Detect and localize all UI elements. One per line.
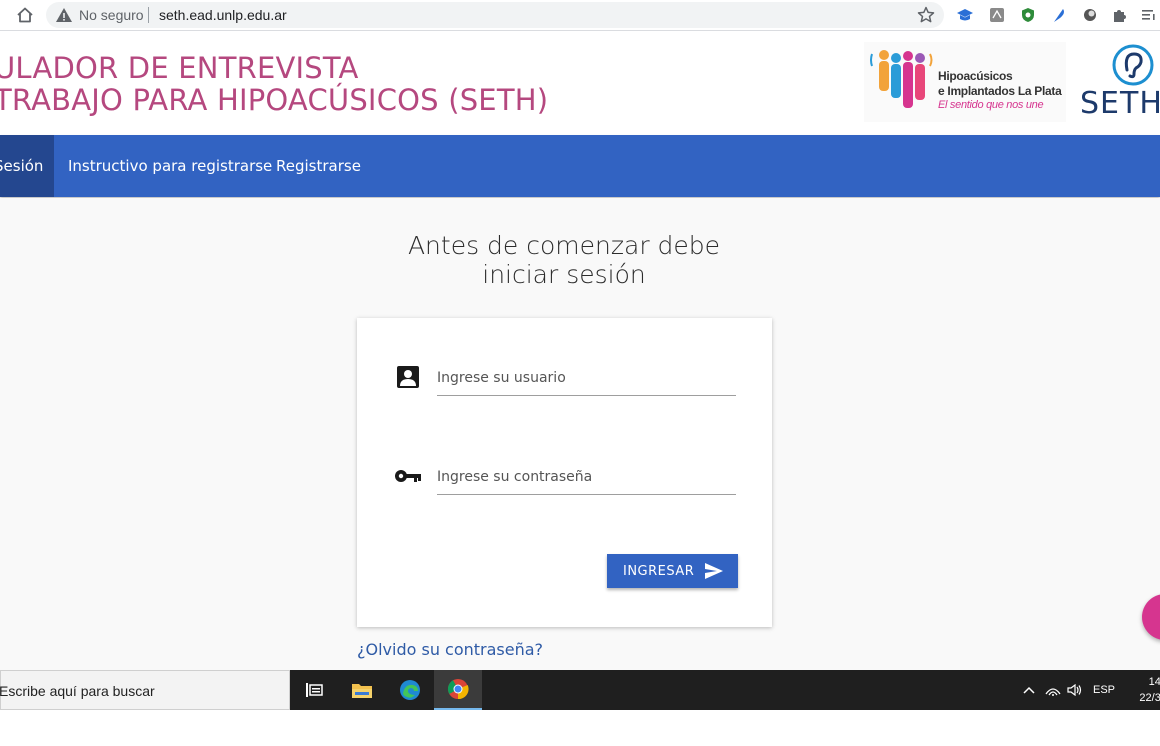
login-heading-line1: Antes de comenzar debe: [407, 231, 721, 260]
send-icon: [705, 563, 723, 579]
site-header: ULADOR DE ENTREVISTA TRABAJO PARA HIPOAC…: [0, 32, 1160, 135]
seth-logo: SETH: [1076, 38, 1160, 122]
shield-extension-icon[interactable]: [1019, 6, 1037, 24]
volume-icon[interactable]: [1064, 670, 1086, 710]
puzzle-icon[interactable]: [1111, 6, 1129, 24]
system-clock[interactable]: 14:3 22/3/2: [1120, 674, 1160, 706]
taskbar-search-placeholder: Escribe aquí para buscar: [0, 683, 155, 699]
nav-item-registrarse[interactable]: Registrarse: [276, 135, 361, 197]
chevron-up-icon[interactable]: [1018, 670, 1040, 710]
site-title-line2: TRABAJO PARA HIPOACÚSICOS (SETH): [0, 83, 549, 117]
key-icon: [394, 466, 422, 494]
language-indicator[interactable]: ESP: [1090, 670, 1118, 710]
partner-logo-line1: Hipoacúsicos: [938, 69, 1013, 83]
password-input[interactable]: [437, 459, 736, 495]
file-explorer-icon[interactable]: [338, 670, 386, 710]
seth-logo-text: SETH: [1080, 86, 1160, 121]
clock-time: 14:3: [1148, 676, 1160, 688]
home-icon[interactable]: [14, 5, 36, 25]
edge-browser-icon[interactable]: [386, 670, 434, 710]
floating-action-button[interactable]: [1142, 594, 1160, 640]
url-text[interactable]: seth.ead.unlp.edu.ar: [159, 7, 287, 23]
warning-icon[interactable]: [55, 6, 73, 24]
address-bar[interactable]: No seguro seth.ead.unlp.edu.ar: [46, 2, 944, 28]
login-heading: Antes de comenzar debe iniciar sesión: [380, 231, 748, 289]
star-icon[interactable]: [916, 5, 936, 25]
screen-bottom-margin: [0, 710, 1160, 746]
login-button-label: INGRESAR: [623, 564, 695, 579]
main-nav: Sesión Instructivo para registrarse Regi…: [0, 135, 1160, 197]
people-logo-icon: [870, 50, 933, 108]
reading-list-icon[interactable]: [1140, 6, 1158, 24]
nav-item-instructivo[interactable]: Instructivo para registrarse: [68, 135, 272, 197]
clock-date: 22/3/2: [1139, 692, 1160, 704]
circle-extension-icon[interactable]: [1081, 6, 1099, 24]
login-card: INGRESAR: [357, 318, 772, 627]
login-button[interactable]: INGRESAR: [607, 554, 738, 588]
security-label[interactable]: No seguro: [79, 7, 144, 23]
forgot-password-link[interactable]: ¿Olvido su contraseña?: [357, 640, 543, 659]
site-title-line1: ULADOR DE ENTREVISTA: [0, 51, 359, 85]
account-box-icon: [395, 364, 423, 392]
site-title: ULADOR DE ENTREVISTA TRABAJO PARA HIPOAC…: [0, 52, 548, 116]
chrome-browser-icon[interactable]: [434, 670, 482, 710]
address-separator: [148, 7, 149, 23]
taskbar: Escribe aquí para buscar ESP 14:3 22/3/2: [0, 670, 1160, 710]
partner-logo: Hipoacúsicos e Implantados La Plata El s…: [864, 42, 1066, 122]
login-heading-line2: iniciar sesión: [482, 260, 646, 289]
taskbar-search[interactable]: Escribe aquí para buscar: [0, 670, 290, 710]
ear-icon: [1112, 44, 1154, 86]
username-input[interactable]: [437, 360, 736, 396]
task-view-icon[interactable]: [290, 670, 338, 710]
wifi-icon[interactable]: [1042, 670, 1064, 710]
pdf-extension-icon[interactable]: [988, 6, 1006, 24]
partner-logo-tagline: El sentido que nos une: [938, 99, 1044, 111]
main-content: Antes de comenzar debe iniciar sesión IN…: [0, 198, 1160, 670]
graduation-cap-icon[interactable]: [956, 6, 974, 24]
nav-item-sesion[interactable]: Sesión: [0, 135, 54, 197]
partner-logo-line2: e Implantados La Plata: [938, 84, 1062, 98]
browser-toolbar: No seguro seth.ead.unlp.edu.ar: [0, 0, 1160, 31]
nav-item-label: Sesión: [0, 157, 44, 175]
feather-extension-icon[interactable]: [1050, 6, 1068, 24]
